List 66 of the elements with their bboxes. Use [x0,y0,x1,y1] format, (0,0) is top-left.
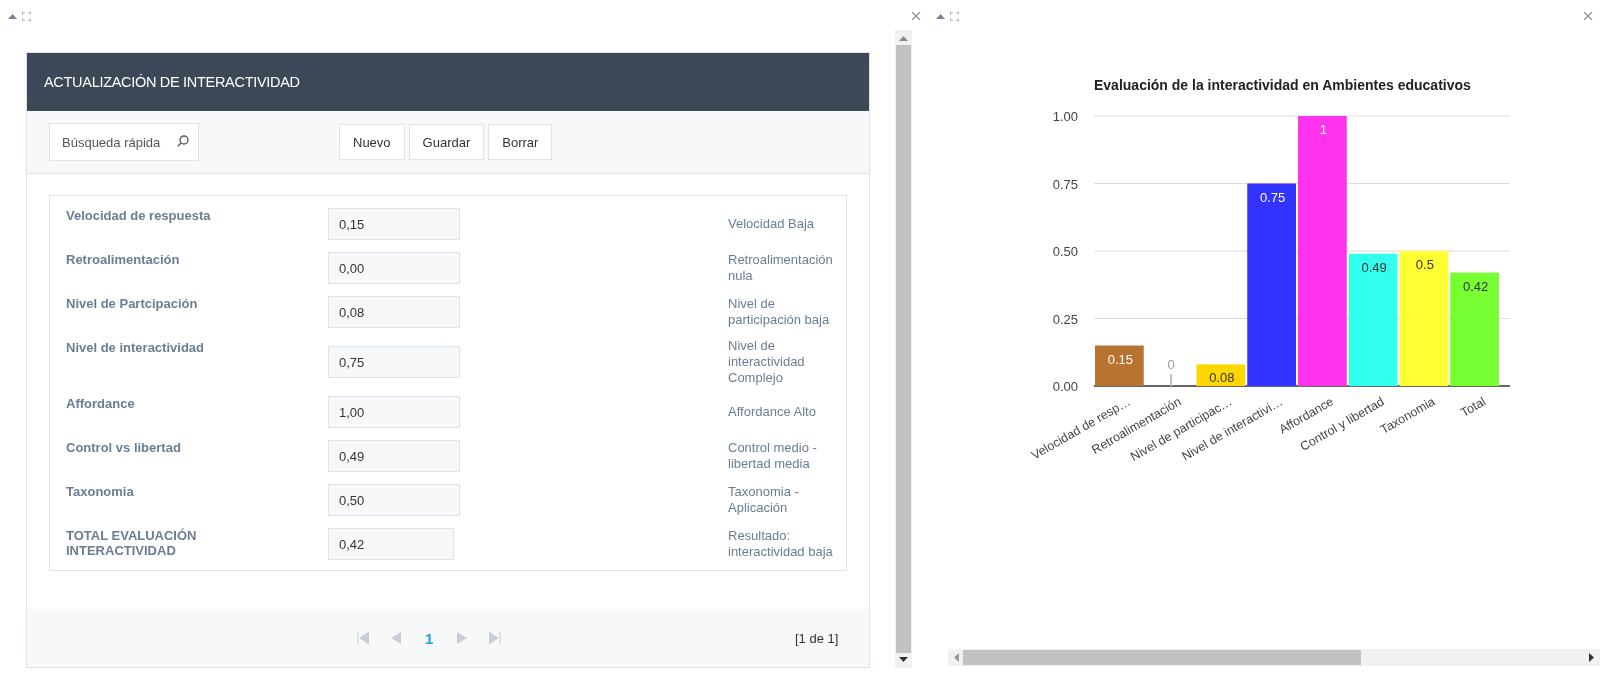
data-label: 0.42 [1462,278,1489,294]
toolbar-button[interactable]: Nuevo [339,124,405,160]
first-page-icon[interactable] [357,632,369,644]
result-text: Taxonomia - Aplicación [728,483,800,517]
result-text: Resultado: interactividad baja [728,527,834,561]
value-field[interactable]: 0,00 [328,252,460,284]
search-icon[interactable] [177,135,189,147]
value-field[interactable]: 0,49 [328,440,460,472]
result-text: Nivel de participación baja [728,295,831,329]
value-field[interactable]: 0,50 [328,484,460,516]
horizontal-scrollbar[interactable] [948,649,1600,666]
expand-icon[interactable] [22,11,31,21]
data-label: 0.08 [1209,370,1235,386]
category-label: Total [1458,394,1489,420]
axis-tick-label: 0.00 [1052,379,1078,394]
bar [1170,374,1173,386]
bar [1095,345,1144,386]
previous-page-icon[interactable] [391,632,401,644]
scroll-right-icon[interactable] [1589,653,1594,662]
data-label: 1 [1319,122,1327,137]
page-summary: [1 de 1] [795,630,839,646]
close-icon[interactable] [912,12,920,20]
result-text: Control medio - libertad media [728,439,818,473]
scroll-left-icon[interactable] [954,653,959,662]
axis-tick-label: 0.75 [1052,176,1078,192]
search-field[interactable]: Búsqueda rápida [49,123,199,161]
scroll-up-icon[interactable] [899,36,908,41]
data-label: 0.5 [1415,257,1434,272]
data-label: 0 [1167,357,1175,372]
value-field[interactable]: 0,15 [328,208,460,240]
data-label: 0.49 [1361,259,1387,275]
result-text: Nivel de interactividad Complejo [728,337,806,387]
axis-tick-label: 0.50 [1052,244,1078,259]
value-field[interactable]: 0,75 [328,346,460,378]
result-text: Affordance Alto [728,403,817,421]
value-field[interactable]: 0,42 [328,528,454,560]
axis-tick-label: 0.25 [1052,311,1078,327]
close-icon[interactable] [1584,12,1592,20]
scroll-thumb[interactable] [896,45,911,653]
collapse-icon[interactable] [936,13,945,19]
field-label: Control vs libertad [66,439,182,455]
data-label: 0.75 [1259,189,1286,205]
value-field[interactable]: 0,08 [328,296,460,328]
toolbar-button[interactable]: Guardar [408,124,485,160]
chart-title: Evaluación de la interactividad en Ambientes educativos [1094,77,1471,93]
next-page-icon[interactable] [457,632,468,644]
scroll-thumb[interactable] [963,650,1361,665]
field-label: Velocidad de respuesta [66,207,212,223]
result-text: Retroalimentación nula [728,251,834,285]
field-label: Taxonomia [66,483,135,499]
field-label: Affordance [66,395,136,411]
collapse-icon[interactable] [8,13,17,19]
toolbar-button[interactable]: Borrar [488,124,553,160]
field-label: Retroalimentación [66,251,181,267]
panel-title: ACTUALIZACIÓN DE INTERACTIVIDAD [44,74,300,90]
field-label: Nivel de Partcipación [66,295,199,311]
last-page-icon[interactable] [489,632,502,644]
data-label: 0.15 [1107,351,1134,367]
field-label: Nivel de interactividad [66,339,205,355]
expand-icon[interactable] [950,11,959,21]
value-field[interactable]: 1,00 [328,396,460,428]
vertical-scrollbar[interactable] [895,30,912,668]
result-text: Velocidad Baja [728,215,815,233]
field-label: TOTAL EVALUACIÓN INTERACTIVIDAD [66,527,198,558]
axis-tick-label: 1.00 [1052,109,1078,124]
scroll-down-icon[interactable] [899,657,908,662]
